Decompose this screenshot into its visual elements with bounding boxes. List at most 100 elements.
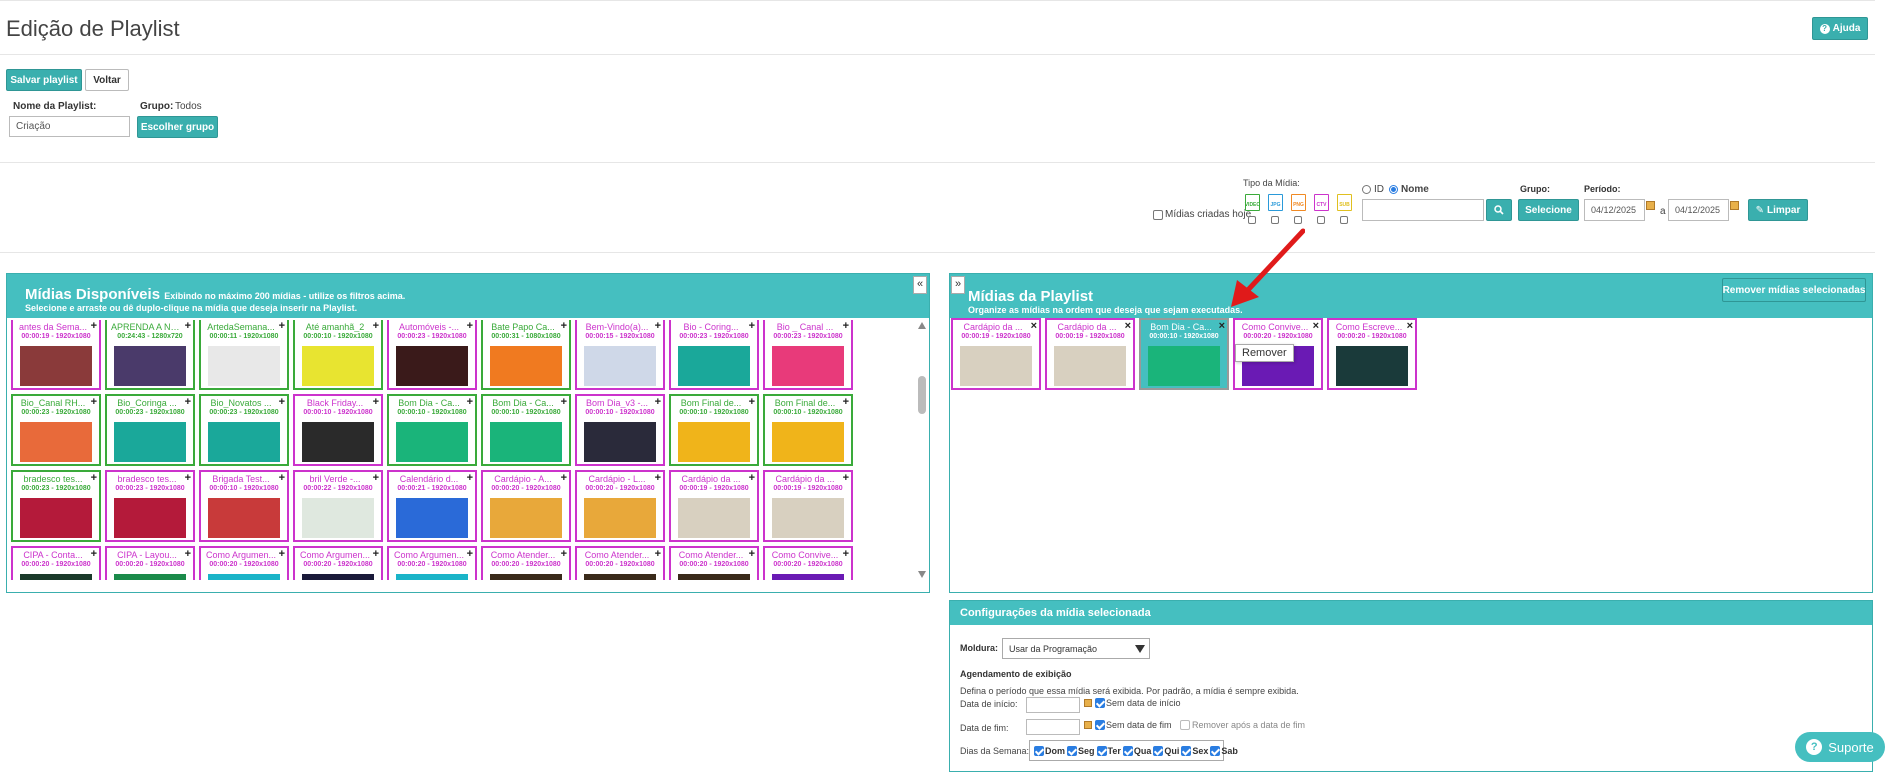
weekday-ter[interactable]: Ter (1096, 745, 1121, 756)
support-button[interactable]: ? Suporte (1795, 732, 1885, 762)
weekday-qui[interactable]: Qui (1153, 745, 1179, 756)
available-media-tile[interactable]: Como Argumen... 00:00:20 - 1920x1080 + (293, 546, 383, 580)
add-icon[interactable]: + (561, 549, 567, 560)
available-media-tile[interactable]: Como Atender... 00:00:20 - 1920x1080 + (669, 546, 759, 580)
add-icon[interactable]: + (655, 549, 661, 560)
available-media-tile[interactable]: Black Friday... 00:00:10 - 1920x1080 + (293, 394, 383, 466)
add-icon[interactable]: + (373, 473, 379, 484)
date-from-input[interactable] (1584, 199, 1645, 221)
available-media-tile[interactable]: Automóveis -... 00:00:23 - 1920x1080 + (387, 320, 477, 390)
calendar-icon[interactable] (1730, 201, 1739, 210)
add-icon[interactable]: + (655, 397, 661, 408)
help-button[interactable]: ? Ajuda (1812, 17, 1868, 40)
calendar-icon[interactable] (1084, 699, 1092, 707)
add-icon[interactable]: + (373, 321, 379, 332)
available-media-tile[interactable]: Cardápio - L... 00:00:20 - 1920x1080 + (575, 470, 665, 542)
add-icon[interactable]: + (185, 321, 191, 332)
available-media-tile[interactable]: Bom Dia - Ca... 00:00:10 - 1920x1080 + (481, 394, 571, 466)
available-media-tile[interactable]: Bom Final de... 00:00:10 - 1920x1080 + (763, 394, 853, 466)
weekday-checkbox[interactable] (1034, 745, 1044, 756)
weekday-checkbox[interactable] (1210, 745, 1221, 756)
add-icon[interactable]: + (467, 321, 473, 332)
available-media-tile[interactable]: Bio _ Canal ... 00:00:23 - 1920x1080 + (763, 320, 853, 390)
no-end-date-option[interactable]: Sem data de fim (1095, 720, 1172, 730)
add-icon[interactable]: + (561, 321, 567, 332)
available-media-tile[interactable]: bril Verde -... 00:00:22 - 1920x1080 + (293, 470, 383, 542)
remove-icon[interactable]: × (1031, 321, 1037, 332)
no-start-date-option[interactable]: Sem data de início (1095, 698, 1181, 708)
name-radio[interactable] (1389, 185, 1398, 194)
add-icon[interactable]: + (373, 397, 379, 408)
date-to-input[interactable] (1668, 199, 1729, 221)
available-media-tile[interactable]: Como Atender... 00:00:20 - 1920x1080 + (575, 546, 665, 580)
playlist-media-tile[interactable]: Cardápio da ... 00:00:19 - 1920x1080 × (1045, 318, 1135, 390)
scroll-up-icon[interactable] (918, 322, 926, 329)
add-icon[interactable]: + (843, 397, 849, 408)
weekday-sex[interactable]: Sex (1181, 745, 1208, 756)
add-icon[interactable]: + (843, 549, 849, 560)
add-icon[interactable]: + (749, 473, 755, 484)
available-media-tile[interactable]: bradesco tes... 00:00:23 - 1920x1080 + (105, 470, 195, 542)
add-icon[interactable]: + (749, 549, 755, 560)
weekday-checkbox[interactable] (1096, 745, 1107, 756)
add-icon[interactable]: + (279, 397, 285, 408)
available-media-tile[interactable]: Bom Dia_v3 -... 00:00:10 - 1920x1080 + (575, 394, 665, 466)
add-icon[interactable]: + (467, 473, 473, 484)
weekday-seg[interactable]: Seg (1067, 745, 1095, 756)
available-media-tile[interactable]: CIPA - Layou... 00:00:20 - 1920x1080 + (105, 546, 195, 580)
available-media-tile[interactable]: Bate Papo Ca... 00:00:31 - 1080x1080 + (481, 320, 571, 390)
playlist-media-tile[interactable]: Bom Dia - Ca... 00:00:10 - 1920x1080 × (1139, 318, 1229, 390)
add-icon[interactable]: + (185, 397, 191, 408)
add-icon[interactable]: + (749, 321, 755, 332)
add-icon[interactable]: + (185, 549, 191, 560)
calendar-icon[interactable] (1646, 201, 1655, 210)
no-start-date-checkbox[interactable] (1095, 698, 1105, 708)
available-media-tile[interactable]: Como Atender... 00:00:20 - 1920x1080 + (481, 546, 571, 580)
available-media-tile[interactable]: Como Argumen... 00:00:20 - 1920x1080 + (387, 546, 477, 580)
weekday-dom[interactable]: Dom (1034, 745, 1065, 756)
id-radio-option[interactable]: ID (1362, 184, 1384, 195)
media-type-sub-checkbox[interactable] (1340, 216, 1348, 224)
add-icon[interactable]: + (843, 473, 849, 484)
remove-icon[interactable]: × (1407, 321, 1413, 332)
remove-selected-button[interactable]: Remover mídias selecionadas (1722, 278, 1866, 302)
available-media-tile[interactable]: APRENDA A NÃ... 00:24:43 - 1280x720 + (105, 320, 195, 390)
available-media-tile[interactable]: antes da Sema... 00:00:19 - 1920x1080 + (11, 320, 101, 390)
available-media-tile[interactable]: Até amanhã_2 00:00:10 - 1920x1080 + (293, 320, 383, 390)
clear-filters-button[interactable]: ✎ Limpar (1748, 199, 1808, 221)
available-media-tile[interactable]: Bio_Novatos ... 00:00:23 - 1920x1080 + (199, 394, 289, 466)
end-date-input[interactable] (1026, 719, 1080, 735)
back-button[interactable]: Voltar (85, 69, 129, 91)
choose-group-button[interactable]: Escolher grupo (137, 116, 218, 138)
available-media-tile[interactable]: Cardápio da ... 00:00:19 - 1920x1080 + (669, 470, 759, 542)
remove-icon[interactable]: × (1313, 321, 1319, 332)
scroll-down-icon[interactable] (918, 571, 926, 578)
add-icon[interactable]: + (279, 549, 285, 560)
start-date-input[interactable] (1026, 697, 1080, 713)
expand-icon[interactable]: » (951, 276, 965, 294)
media-type-video-checkbox[interactable] (1248, 216, 1256, 224)
created-today-checkbox[interactable] (1153, 209, 1163, 220)
available-media-tile[interactable]: Bom Dia - Ca... 00:00:10 - 1920x1080 + (387, 394, 477, 466)
add-icon[interactable]: + (749, 397, 755, 408)
available-media-tile[interactable]: Bio - Coring... 00:00:23 - 1920x1080 + (669, 320, 759, 390)
collapse-icon[interactable]: « (913, 276, 927, 294)
add-icon[interactable]: + (655, 321, 661, 332)
id-radio[interactable] (1362, 185, 1371, 194)
weekday-checkbox[interactable] (1153, 745, 1164, 756)
add-icon[interactable]: + (467, 397, 473, 408)
add-icon[interactable]: + (185, 473, 191, 484)
weekday-qua[interactable]: Qua (1122, 745, 1151, 756)
weekday-sab[interactable]: Sab (1210, 745, 1238, 756)
save-playlist-button[interactable]: Salvar playlist (6, 69, 82, 91)
playlist-name-input[interactable] (9, 116, 130, 137)
playlist-media-tile[interactable]: Como Escreve... 00:00:20 - 1920x1080 × (1327, 318, 1417, 390)
available-media-tile[interactable]: CIPA - Conta... 00:00:20 - 1920x1080 + (11, 546, 101, 580)
search-input[interactable] (1362, 199, 1484, 221)
weekday-checkbox[interactable] (1122, 745, 1133, 756)
weekday-checkbox[interactable] (1181, 745, 1192, 756)
available-media-tile[interactable]: Brigada Test... 00:00:10 - 1920x1080 + (199, 470, 289, 542)
add-icon[interactable]: + (843, 321, 849, 332)
search-button[interactable] (1486, 199, 1512, 221)
available-media-tile[interactable]: Calendário d... 00:00:21 - 1920x1080 + (387, 470, 477, 542)
